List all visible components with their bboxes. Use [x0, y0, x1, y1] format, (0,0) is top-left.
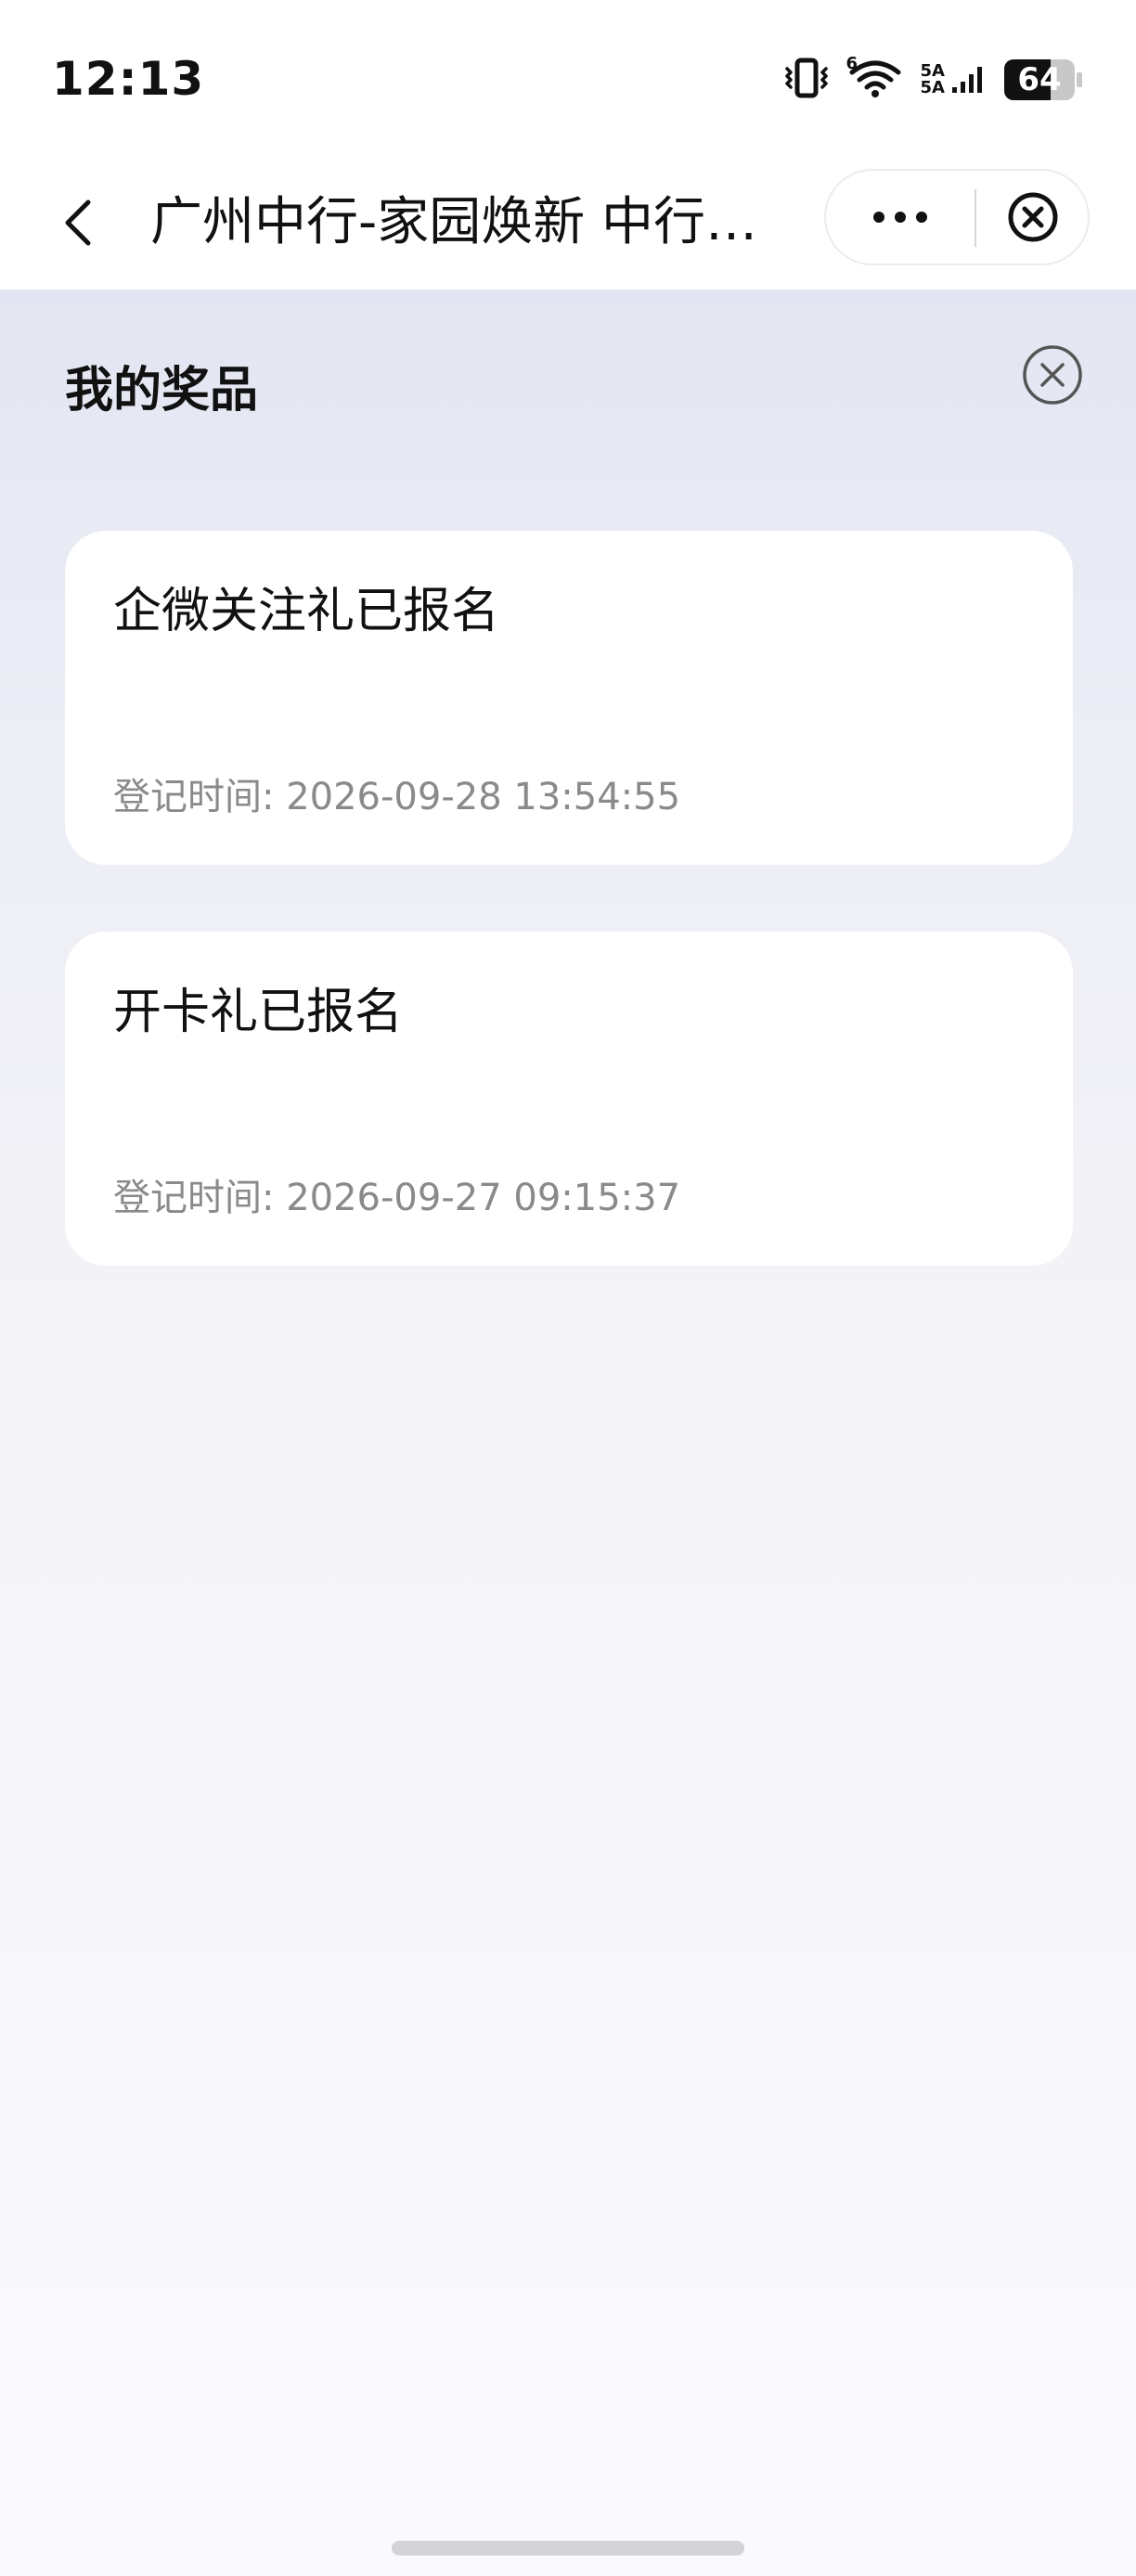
prize-card[interactable]: 企微关注礼已报名 登记时间: 2026-09-28 13:54:55 [65, 531, 1073, 865]
mini-program-capsule [824, 169, 1090, 265]
cellular-signal-icon: 5A 5A [921, 61, 988, 98]
page-title: 我的奖品 [65, 363, 259, 419]
prize-name: 企微关注礼已报名 [113, 584, 500, 639]
battery-level: 64 [1017, 61, 1062, 98]
vibrate-icon [783, 58, 830, 102]
home-indicator[interactable] [392, 2541, 744, 2556]
prizes-panel: 我的奖品 企微关注礼已报名 登记时间: 2026-09-28 13:54:55 … [0, 290, 1136, 2576]
nav-title: 广州中行-家园焕新 中行… [150, 192, 758, 252]
more-button[interactable] [826, 171, 975, 264]
close-circle-icon [1008, 192, 1058, 242]
prize-register-time: 登记时间: 2026-09-27 09:15:37 [113, 1177, 681, 1219]
status-bar: 12:13 6 5A 5A 64 [0, 0, 1136, 158]
prize-card[interactable]: 开卡礼已报名 登记时间: 2026-09-27 09:15:37 [65, 932, 1073, 1266]
wifi-badge: 6 [846, 54, 858, 73]
wifi-icon: 6 [846, 54, 904, 102]
network-label-bottom: 5A [920, 78, 945, 97]
prize-register-time: 登记时间: 2026-09-28 13:54:55 [113, 776, 681, 818]
nav-bar: 广州中行-家园焕新 中行… [0, 158, 1136, 290]
back-button[interactable] [46, 186, 111, 260]
status-icons: 6 5A 5A 64 [783, 54, 1082, 102]
battery-icon: 64 [1004, 59, 1082, 100]
status-time: 12:13 [52, 52, 205, 106]
close-mini-program-button[interactable] [978, 171, 1088, 264]
close-circle-icon [1023, 345, 1082, 405]
capsule-divider [975, 189, 976, 247]
panel-close-button[interactable] [1019, 341, 1086, 408]
chevron-left-icon [65, 200, 91, 246]
prize-name: 开卡礼已报名 [113, 985, 404, 1040]
more-dots-icon [873, 212, 927, 223]
